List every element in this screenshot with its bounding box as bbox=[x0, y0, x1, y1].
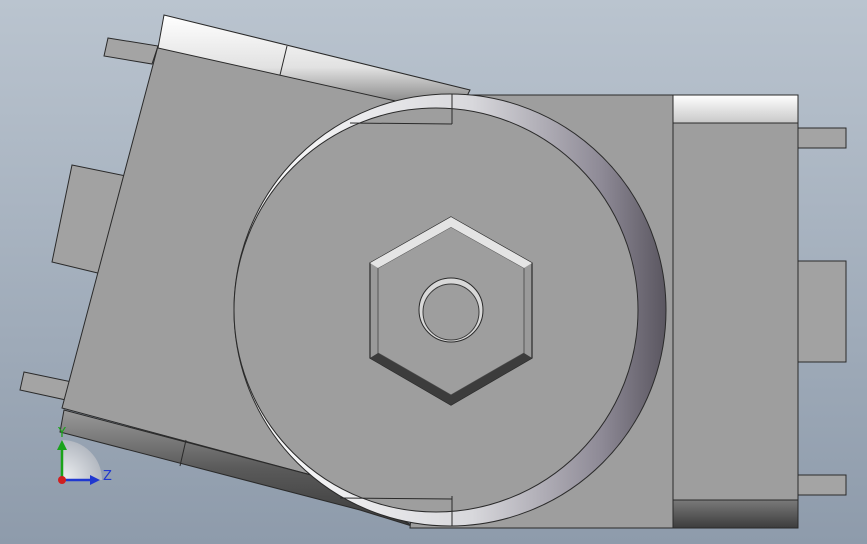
right-block-top-lip[interactable] bbox=[672, 94, 799, 124]
graphics-viewport[interactable]: Y Z bbox=[0, 0, 867, 544]
right-top-tab[interactable] bbox=[797, 127, 847, 149]
right-bottom-tab[interactable] bbox=[797, 474, 847, 496]
center-hole-inner bbox=[422, 283, 480, 341]
right-block-bottom-lip[interactable] bbox=[672, 499, 799, 529]
cad-model-scene[interactable]: Y Z bbox=[0, 0, 867, 544]
triad-y-label: Y bbox=[57, 426, 66, 441]
triad-z-label: Z bbox=[103, 469, 112, 484]
triad-origin bbox=[58, 476, 66, 484]
right-middle-tab[interactable] bbox=[797, 260, 847, 363]
